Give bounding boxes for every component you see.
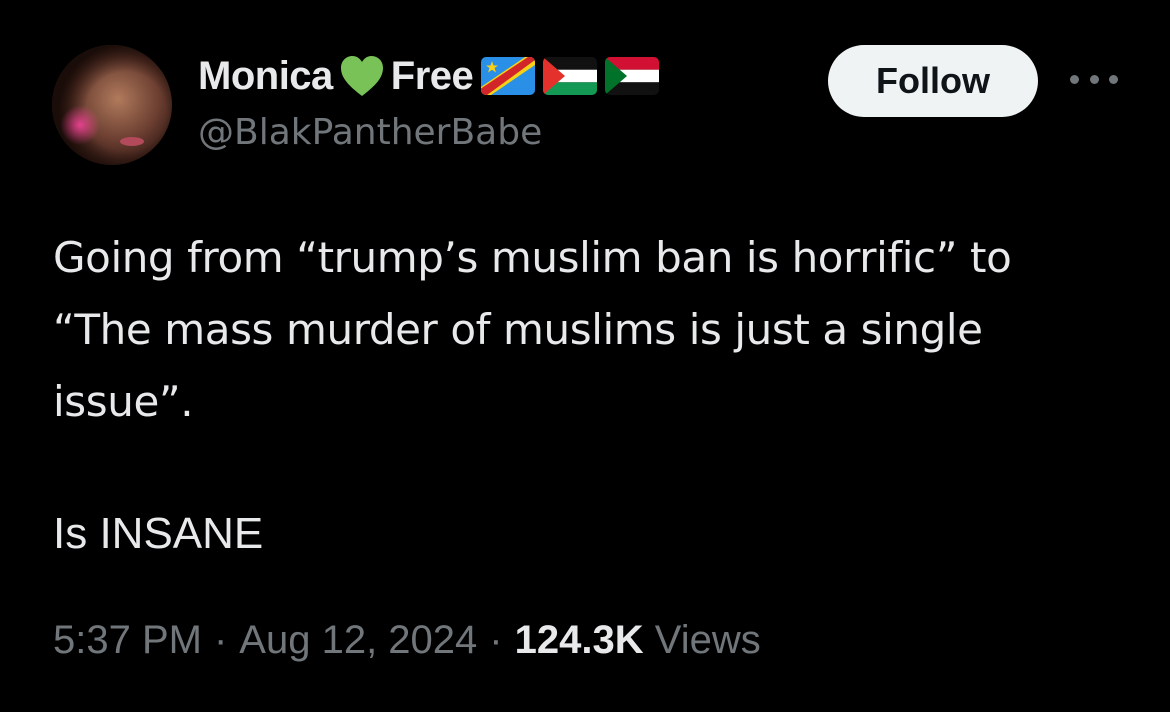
tweet-text: Going from “trump’s muslim ban is horrif…	[53, 222, 1143, 438]
tweet-line: Going from “trump’s muslim ban is horrif…	[53, 233, 1012, 282]
avatar-hair	[52, 45, 172, 165]
avatar[interactable]	[52, 45, 172, 165]
more-dot	[1109, 74, 1118, 84]
more-dot	[1089, 74, 1099, 84]
dr-congo-flag-icon	[481, 57, 536, 95]
display-name[interactable]: Monica Free	[198, 52, 660, 100]
views-count: 124.3K	[514, 618, 644, 662]
separator: ·	[213, 618, 228, 662]
more-dot	[1070, 74, 1079, 84]
palestine-flag-icon	[543, 57, 598, 95]
display-name-second: Free	[390, 53, 474, 98]
follow-button[interactable]: Follow	[828, 45, 1038, 117]
tweet-line: “The mass murder of muslims is just a si…	[53, 305, 983, 354]
user-handle[interactable]: @BlakPantherBabe	[198, 112, 542, 153]
green-heart-icon	[340, 56, 383, 96]
tweet-metadata: 5:37 PM · Aug 12, 2024 · 124.3K Views	[53, 618, 761, 663]
views-label: Views	[654, 618, 761, 662]
sudan-flag-icon	[605, 57, 660, 95]
tweet-line: issue”.	[53, 377, 194, 426]
tweet-time[interactable]: 5:37 PM	[53, 618, 202, 663]
more-options-icon[interactable]	[1070, 64, 1118, 94]
tweet-last-line: Is INSANE	[53, 509, 264, 558]
display-name-first: Monica	[198, 53, 333, 98]
avatar-pink-light	[60, 105, 100, 145]
tweet-date[interactable]: Aug 12, 2024	[239, 618, 477, 663]
avatar-lips	[120, 137, 144, 146]
separator: ·	[489, 618, 503, 662]
